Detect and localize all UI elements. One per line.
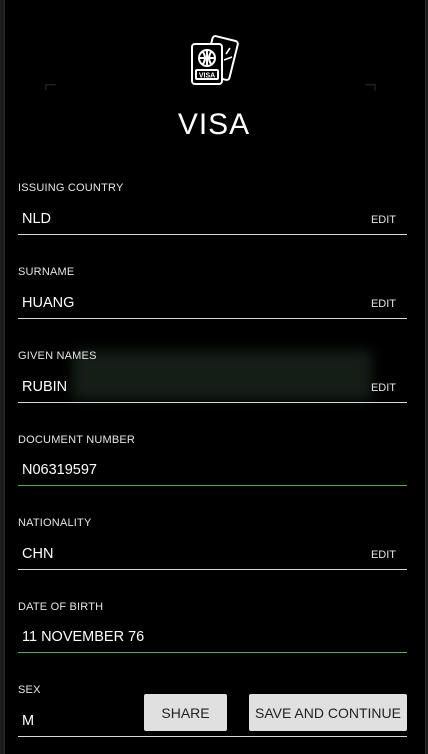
issuing-country-label: ISSUING COUNTRY bbox=[18, 182, 124, 194]
background-blur bbox=[72, 350, 372, 400]
sex-label: SEX bbox=[18, 684, 41, 696]
share-button[interactable]: SHARE bbox=[144, 694, 227, 731]
issuing-country-edit-button[interactable]: EDIT bbox=[371, 214, 396, 226]
background-arrow-icon: ⌐ bbox=[44, 72, 57, 97]
sex-value[interactable]: M bbox=[22, 713, 34, 729]
nationality-underline bbox=[18, 569, 407, 570]
nationality-edit-button[interactable]: EDIT bbox=[371, 549, 396, 561]
given-names-label: GIVEN NAMES bbox=[18, 350, 97, 362]
document-number-underline bbox=[18, 485, 407, 486]
surname-edit-button[interactable]: EDIT bbox=[371, 298, 396, 310]
save-and-continue-button[interactable]: SAVE AND CONTINUE bbox=[249, 694, 407, 731]
date-of-birth-field[interactable]: 11 NOVEMBER 76 bbox=[22, 629, 144, 645]
date-of-birth-label: DATE OF BIRTH bbox=[18, 601, 104, 613]
nationality-value[interactable]: CHN bbox=[22, 546, 53, 562]
sex-underline bbox=[18, 736, 407, 737]
given-names-value[interactable]: RUBIN bbox=[22, 379, 67, 395]
given-names-edit-button[interactable]: EDIT bbox=[371, 382, 396, 394]
background-arrow-icon: ¬ bbox=[364, 72, 377, 97]
document-number-field[interactable]: N06319597 bbox=[22, 462, 97, 478]
surname-label: SURNAME bbox=[18, 266, 75, 278]
surname-underline bbox=[18, 318, 407, 319]
svg-text:VISA: VISA bbox=[199, 73, 215, 80]
page-title: VISA bbox=[177, 108, 251, 141]
nationality-label: NATIONALITY bbox=[18, 517, 92, 529]
passport-visa-icon: VISA bbox=[186, 34, 242, 90]
surname-value[interactable]: HUANG bbox=[22, 295, 74, 311]
date-of-birth-underline bbox=[18, 652, 407, 653]
issuing-country-value[interactable]: NLD bbox=[22, 211, 51, 227]
document-number-label: DOCUMENT NUMBER bbox=[18, 434, 136, 446]
given-names-underline bbox=[18, 402, 407, 403]
issuing-country-underline bbox=[18, 234, 407, 235]
